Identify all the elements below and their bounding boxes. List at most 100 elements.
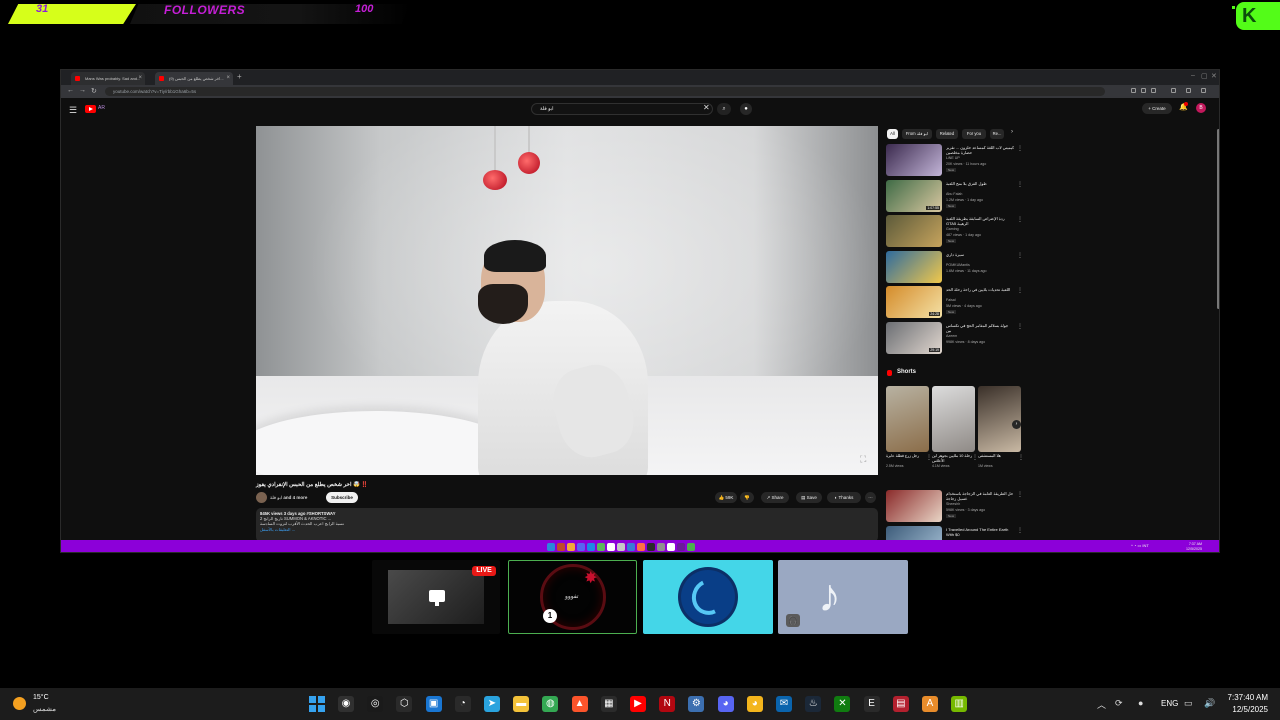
short-thumbnail[interactable]	[932, 386, 975, 452]
hamburger-menu-icon[interactable]: ☰	[69, 105, 77, 116]
captured-taskbar-app-icon[interactable]	[667, 543, 675, 551]
recommendation-thumbnail[interactable]: 24:28	[886, 286, 942, 318]
recommendation-channel[interactable]: Abu Falah	[946, 192, 962, 196]
short-title[interactable]: رجل زرع فطلة عابرة	[886, 454, 926, 459]
captured-taskbar-app-icon[interactable]	[597, 543, 605, 551]
clear-search-icon[interactable]: ✕	[703, 103, 710, 112]
recommendation-channel[interactable]: Gaming	[946, 227, 959, 231]
captured-taskbar-app-icon[interactable]	[637, 543, 645, 551]
short-title[interactable]: رحلة 10 ملايين بجوهر ابن الأعلاس	[932, 454, 972, 463]
captured-taskbar-app-icon[interactable]	[627, 543, 635, 551]
browser-tab-1[interactable]: Mans Was probably. Sad and... ×	[71, 72, 145, 85]
recommendation-thumbnail[interactable]: 29:19	[886, 321, 942, 354]
chips-next-icon[interactable]: ›	[1011, 129, 1013, 135]
save-button[interactable]: ▤ Save	[796, 492, 822, 503]
chip-all[interactable]: All	[887, 129, 898, 139]
recommendation-thumbnail[interactable]	[886, 215, 942, 247]
like-button[interactable]: 👍 59K	[715, 492, 737, 503]
app-epic-icon[interactable]: E	[863, 696, 880, 712]
tray-icon[interactable]: ⟳	[1115, 698, 1123, 709]
search-input[interactable]: ابو فلة	[531, 103, 713, 115]
recommendation-title[interactable]: كيميتي لاب اللغة كمساعد حلزون ... تقرير …	[946, 145, 1014, 155]
more-options-icon[interactable]: ⋮	[1017, 287, 1023, 294]
app-brave-icon[interactable]: ▲	[571, 696, 588, 712]
app-voicemeeter-icon[interactable]: ▤	[892, 696, 909, 712]
thanks-button[interactable]: ◐ Thanks	[827, 492, 861, 503]
app-window-icon[interactable]: ▣	[425, 696, 442, 712]
bookmark-icon[interactable]	[1151, 88, 1156, 93]
recommendation-title[interactable]: سيرة داري	[946, 252, 1014, 257]
app-chrome-canary-icon[interactable]: ◎	[367, 696, 384, 712]
more-options-icon[interactable]: ⋮	[1017, 145, 1023, 152]
create-button[interactable]: + Create	[1142, 103, 1172, 114]
app-file-explorer-icon[interactable]: ▬	[513, 696, 530, 712]
recommendation-item[interactable]: كيميتي لاب اللغة كمساعد حلزون ... تقرير …	[886, 144, 1023, 176]
recommendation-title[interactable]: ردة الإعتراض السابقة بطريقة اللعبة الرهي…	[946, 216, 1014, 226]
taskbar-clock[interactable]: 7:37:40 AM 12/5/2025	[1220, 692, 1268, 716]
app-steam-icon[interactable]: ♨	[805, 696, 822, 712]
recommendation-title[interactable]: طول الفرق بلا منح اللعبة	[946, 181, 1014, 186]
recommendation-item[interactable]: حل الطريقة العامة في الزجاجة باستخدام غس…	[886, 490, 1023, 522]
recommendation-channel[interactable]: Faisal	[946, 298, 956, 302]
captured-taskbar-app-icon[interactable]	[557, 543, 565, 551]
more-options-icon[interactable]: ⋮	[1017, 491, 1023, 498]
tray-icon[interactable]: 🔊	[1204, 698, 1215, 709]
recommendation-item[interactable]: 1:07:55 طول الفرق بلا منح اللعبة Abu Falah…	[886, 179, 1023, 212]
video-player[interactable]: ⛶	[256, 126, 878, 475]
back-arrow-icon[interactable]: ←	[67, 87, 74, 94]
captured-taskbar-app-icon[interactable]	[687, 543, 695, 551]
tab-close-icon[interactable]: ×	[226, 72, 230, 85]
shorts-next-icon[interactable]: ›	[1012, 420, 1021, 429]
recommendation-title[interactable]: اللعبة تحديات بلايين في راحة رحلة الحد	[946, 287, 1014, 292]
chip-related[interactable]: Related	[936, 129, 958, 139]
recommendation-title[interactable]: حل الطريقة العامة في الزجاجة باستخدام غس…	[946, 491, 1014, 501]
miniplayer-icon[interactable]: ⛶	[860, 454, 866, 465]
recommendation-thumbnail[interactable]: 1:07:55	[886, 179, 942, 212]
start-button[interactable]	[309, 696, 325, 712]
channel-avatar[interactable]	[256, 492, 267, 503]
voice-search-icon[interactable]: ●	[740, 103, 752, 115]
chip-for-you[interactable]: For you	[962, 129, 986, 139]
chip-from-channel[interactable]: From ابو فلة	[902, 129, 932, 139]
app-settings-icon[interactable]: ⚙	[688, 696, 705, 712]
captured-taskbar-app-icon[interactable]	[617, 543, 625, 551]
app-store-icon[interactable]: ▦	[600, 696, 617, 712]
app-cube-icon[interactable]: ⬡	[396, 696, 413, 712]
captured-taskbar-app-icon[interactable]	[657, 543, 665, 551]
recommendation-item[interactable]: 24:28 اللعبة تحديات بلايين في راحة رحلة ا…	[886, 286, 1023, 318]
recommendation-thumbnail[interactable]	[886, 490, 942, 522]
short-thumbnail[interactable]	[886, 386, 929, 452]
short-title[interactable]: هلا المستشفى	[978, 454, 1018, 459]
recommendation-item[interactable]: 29:19 جولة بسلالم المغامر الحج في تكساس ب…	[886, 321, 1023, 354]
sun-icon[interactable]	[13, 697, 26, 710]
youtube-logo-icon[interactable]	[85, 105, 96, 113]
app-chrome-icon[interactable]: ◍	[542, 696, 559, 712]
account-avatar[interactable]: B	[1196, 103, 1206, 113]
scene-alert[interactable]: ✸ تفووو 1	[508, 560, 637, 634]
extension-icon[interactable]	[1131, 88, 1136, 93]
more-options-icon[interactable]: ⋮	[1017, 252, 1023, 259]
app-nvidia-icon[interactable]: ▥	[951, 696, 968, 712]
app-adobe-icon[interactable]: A	[922, 696, 938, 712]
tray-overflow-icon[interactable]: ︿	[1097, 698, 1106, 711]
captured-taskbar-app-icon[interactable]	[577, 543, 585, 551]
captured-taskbar-app-icon[interactable]	[647, 543, 655, 551]
input-language[interactable]: ENG	[1161, 699, 1178, 708]
recommendation-channel[interactable]: Sheeshh	[946, 502, 960, 506]
captured-taskbar-app-icon[interactable]	[587, 543, 595, 551]
weather-condition[interactable]: مشمس	[33, 705, 56, 713]
minimize-button[interactable]: –	[1191, 72, 1195, 79]
app-speedometer-icon[interactable]: ◔	[454, 696, 471, 712]
url-field[interactable]: youtube.com/watch?v=Tiy/rbb1Gha6b=5s	[105, 87, 1105, 96]
subscribe-button[interactable]: Subscribe	[326, 492, 358, 503]
recommendation-thumbnail[interactable]	[886, 144, 942, 176]
app-telegram-icon[interactable]: ➤	[484, 696, 500, 712]
scene-logo[interactable]	[643, 560, 773, 634]
recommendation-title[interactable]: I Travelled Around The Entire Earth With…	[946, 527, 1014, 537]
more-options-icon[interactable]: ⋮	[1017, 323, 1023, 330]
dislike-button[interactable]: 👎	[740, 492, 754, 503]
app-netflix-icon[interactable]: N	[659, 696, 676, 712]
captured-taskbar-app-icon[interactable]	[677, 543, 685, 551]
chip-recently[interactable]: Re...	[990, 129, 1004, 139]
recommendation-channel[interactable]: Azeem	[946, 334, 957, 338]
